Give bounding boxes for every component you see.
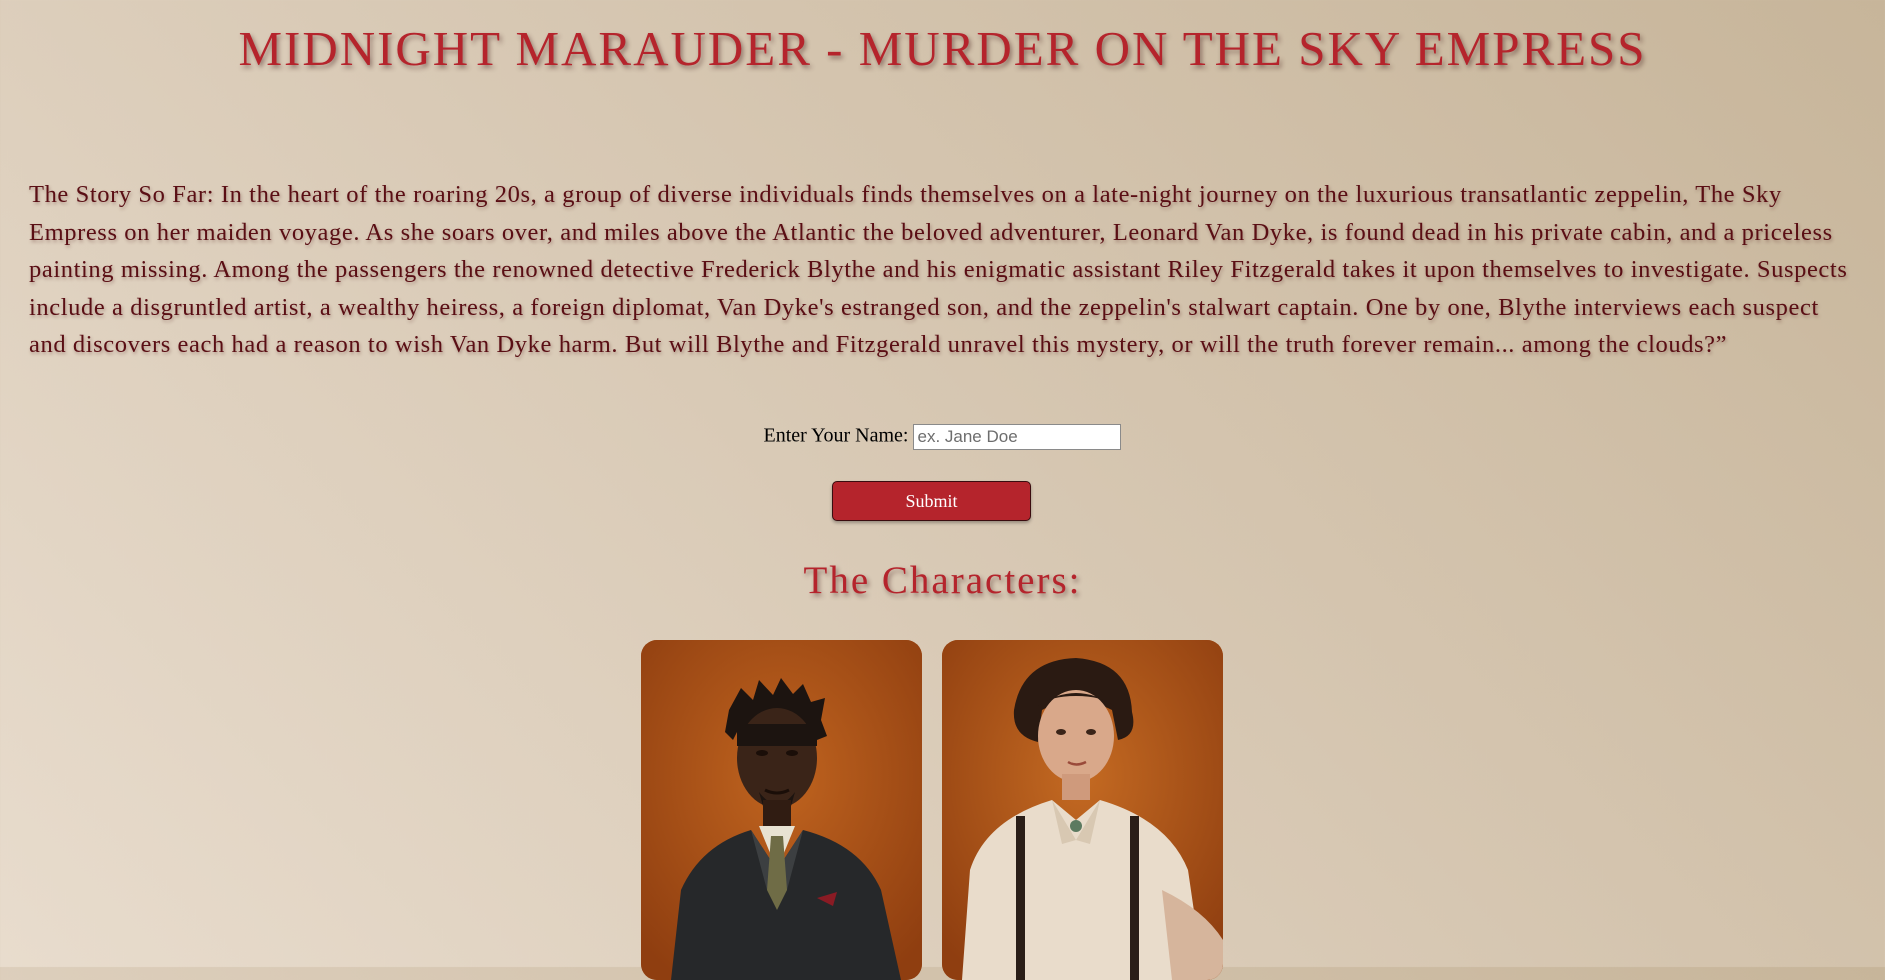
man-in-suit-portrait bbox=[641, 640, 922, 980]
story-paragraph: The Story So Far: In the heart of the ro… bbox=[29, 181, 1848, 359]
characters-heading: The Characters: bbox=[803, 559, 1082, 602]
submit-button[interactable]: Submit bbox=[832, 481, 1031, 521]
name-form-row: Enter Your Name: bbox=[0, 424, 1885, 450]
page-title: MIDNIGHT MARAUDER - MURDER ON THE SKY EM… bbox=[238, 21, 1647, 76]
woman-with-suspenders-portrait bbox=[942, 640, 1223, 980]
name-input[interactable] bbox=[913, 424, 1122, 450]
name-label: Enter Your Name: bbox=[763, 424, 909, 447]
character-card-1[interactable] bbox=[641, 640, 922, 980]
character-card-2[interactable] bbox=[942, 640, 1223, 980]
